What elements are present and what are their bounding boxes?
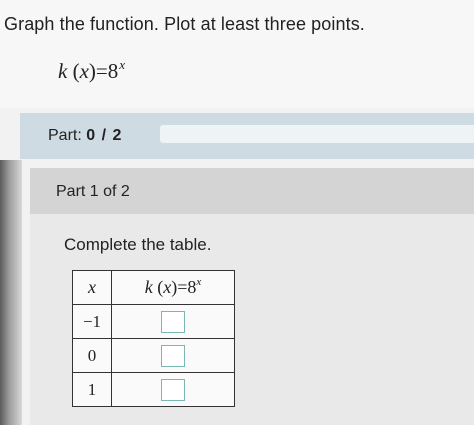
part-header: Part 1 of 2 [30, 168, 474, 214]
table-cell-x: 1 [72, 372, 112, 407]
function-equation: k (x)=8x [58, 57, 126, 83]
table-row: −1 [72, 304, 235, 339]
part-progress-count: 0 / 2 [86, 127, 123, 144]
part-content: Part 1 of 2 Complete the table. x k (x)=… [30, 168, 474, 425]
header-fn-name: k [144, 277, 153, 297]
header-fn-exponent: x [196, 276, 202, 288]
table-cell-answer [111, 338, 235, 373]
table-header-row: x k (x)=8x [72, 270, 235, 305]
table-row: 1 [72, 372, 235, 407]
progress-track [160, 125, 474, 143]
function-base: 8 [107, 59, 119, 83]
part-label-text: Part: [48, 127, 82, 144]
equals-sign: = [95, 59, 108, 83]
question-area: Graph the function. Plot at least three … [0, 0, 474, 108]
part-progress-label: Part: 0 / 2 [48, 127, 122, 145]
function-name: k [58, 59, 68, 83]
screen-edge [0, 160, 22, 425]
table-cell-x: 0 [72, 338, 112, 373]
header-equals: = [177, 277, 188, 297]
table-header-x: x [72, 270, 112, 305]
table-cell-answer [111, 372, 235, 407]
value-table: x k (x)=8x −1 0 1 [72, 270, 235, 407]
table-cell-x: −1 [72, 304, 112, 339]
question-text: Graph the function. Plot at least three … [4, 14, 365, 34]
table-header-function: k (x)=8x [111, 270, 235, 305]
function-var: x [79, 59, 89, 83]
answer-input[interactable] [161, 344, 185, 367]
page: Graph the function. Plot at least three … [0, 0, 474, 425]
part-progress-bar: Part: 0 / 2 [20, 113, 474, 159]
table-row: 0 [72, 338, 235, 373]
answer-input[interactable] [161, 310, 185, 333]
instruction-text: Complete the table. [64, 235, 212, 254]
part-header-title: Part 1 of 2 [56, 183, 130, 200]
answer-input[interactable] [161, 378, 185, 401]
function-exponent: x [119, 57, 126, 72]
table-cell-answer [111, 304, 235, 339]
